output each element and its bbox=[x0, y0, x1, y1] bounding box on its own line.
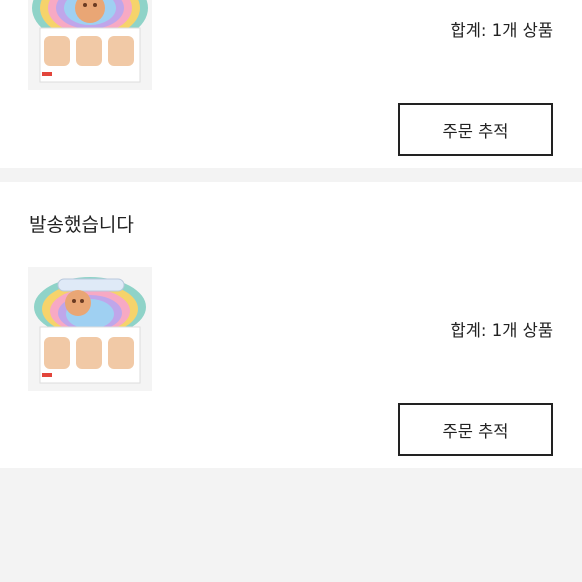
product-thumbnail[interactable] bbox=[28, 267, 152, 391]
product-image bbox=[28, 267, 152, 391]
order-total: 합계: 1개 상품 bbox=[450, 21, 553, 40]
order-card: 발송했습니다 합계: 1개 상품 주문 추적 bbox=[0, 182, 582, 468]
product-image bbox=[28, 0, 152, 90]
order-card: 합계: 1개 상품 주문 추적 bbox=[0, 0, 582, 168]
order-status: 발송했습니다 bbox=[29, 214, 134, 236]
order-total: 합계: 1개 상품 bbox=[450, 321, 553, 340]
product-thumbnail[interactable] bbox=[28, 0, 152, 90]
track-order-button[interactable]: 주문 추적 bbox=[398, 103, 553, 156]
track-order-button[interactable]: 주문 추적 bbox=[398, 403, 553, 456]
